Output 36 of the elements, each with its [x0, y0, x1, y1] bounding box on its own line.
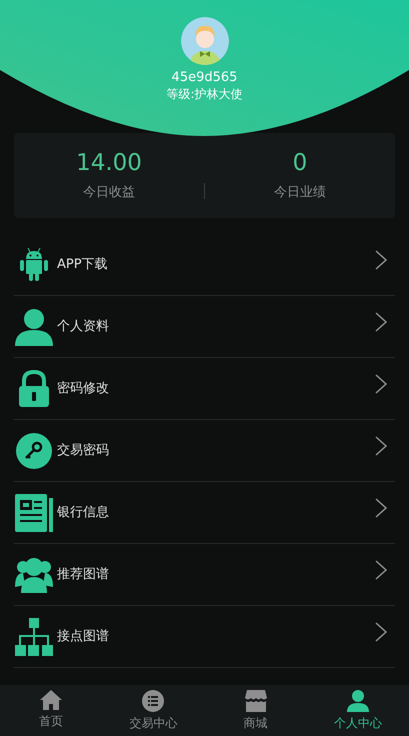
avatar	[180, 17, 228, 65]
tab[interactable]: 个人中心	[306, 685, 409, 736]
list-icon	[142, 690, 164, 712]
menu-item[interactable]: 推荐图谱	[14, 544, 395, 606]
stat-value: 14.00	[76, 148, 142, 177]
stat-label: 今日业绩	[274, 184, 326, 202]
chevron-icon	[375, 374, 387, 394]
android-icon	[18, 248, 50, 282]
key-icon	[16, 432, 52, 468]
stat-label: 今日收益	[83, 184, 135, 202]
chevron-icon	[375, 622, 387, 642]
hierarchy-icon	[15, 618, 53, 656]
home-icon	[40, 690, 62, 710]
chevron-icon	[375, 498, 387, 518]
menu-item[interactable]: 密码修改	[14, 358, 395, 420]
storefront-icon	[244, 690, 267, 712]
user-level: 等级:护林大使	[166, 86, 243, 102]
menu-item[interactable]: 接点图谱	[14, 606, 395, 668]
tab[interactable]: 交易中心	[102, 685, 204, 736]
tab[interactable]: 首页	[0, 685, 102, 736]
user-icon	[346, 690, 369, 712]
username: 45e9d565	[172, 70, 238, 86]
newspaper-icon	[15, 494, 53, 532]
lock-icon	[17, 370, 51, 408]
menu-item[interactable]: 银行信息	[14, 482, 395, 544]
stat-value: 0	[292, 148, 308, 177]
menu-item[interactable]: 个人资料	[14, 296, 395, 358]
chevron-icon	[375, 312, 387, 332]
chevron-icon	[375, 436, 387, 456]
chevron-icon	[375, 250, 387, 270]
tab[interactable]: 商城	[204, 685, 307, 736]
people-icon	[15, 556, 53, 592]
menu-item[interactable]: 交易密码	[14, 420, 395, 482]
user-icon	[15, 308, 53, 346]
chevron-icon	[375, 560, 387, 580]
menu-item[interactable]: APP下载	[14, 234, 395, 296]
